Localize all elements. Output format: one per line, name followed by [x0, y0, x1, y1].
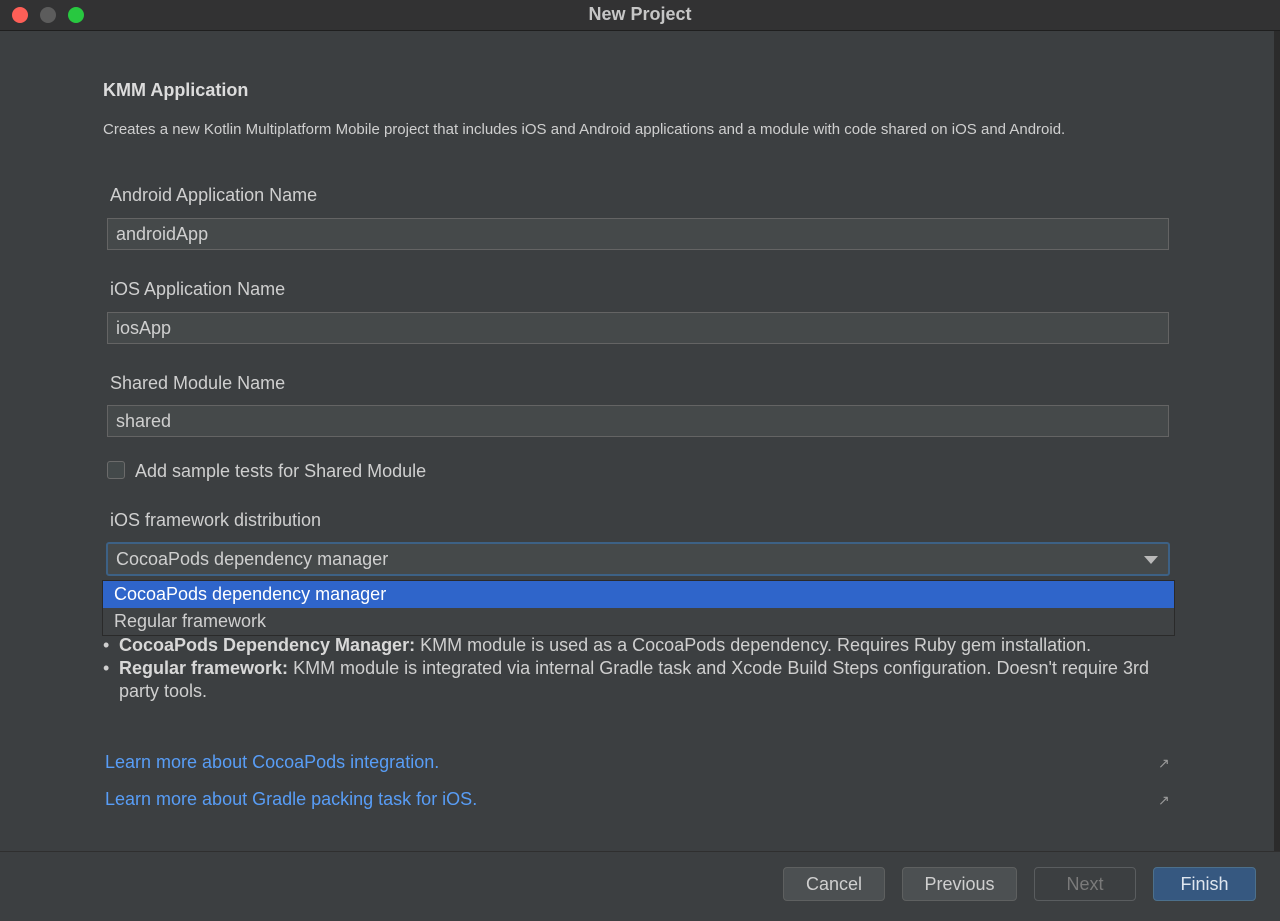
cancel-button[interactable]: Cancel [783, 867, 885, 901]
option-regular-framework[interactable]: Regular framework [103, 608, 1174, 635]
sample-tests-checkbox[interactable] [107, 461, 125, 479]
cocoapods-integration-link[interactable]: Learn more about CocoaPods integration. [105, 752, 439, 773]
window-edge [1274, 31, 1280, 851]
chevron-down-icon[interactable] [1144, 556, 1158, 564]
list-item: • Regular framework: KMM module is integ… [103, 657, 1173, 703]
external-link-icon[interactable]: ↗ [1158, 792, 1170, 809]
bullet-text: KMM module is used as a CocoaPods depend… [415, 635, 1092, 655]
shared-module-name-label: Shared Module Name [110, 373, 286, 393]
option-cocoapods[interactable]: CocoaPods dependency manager [103, 581, 1174, 608]
sample-tests-label[interactable]: Add sample tests for Shared Module [135, 461, 426, 482]
next-button[interactable]: Next [1034, 867, 1136, 901]
bullet-icon: • [103, 658, 110, 678]
ios-distribution-label: iOS framework distribution [110, 510, 322, 530]
ios-app-name-field[interactable]: iosApp [107, 312, 1169, 344]
bullet-icon: • [103, 635, 110, 655]
shared-module-name-field[interactable]: shared [107, 405, 1169, 437]
android-app-name-field[interactable]: androidApp [107, 218, 1169, 250]
finish-button[interactable]: Finish [1153, 867, 1256, 901]
dialog-content [0, 31, 1280, 851]
list-item: • CocoaPods Dependency Manager: KMM modu… [103, 634, 1173, 657]
android-app-name-label: Android Application Name [110, 185, 318, 205]
distribution-help-list: • CocoaPods Dependency Manager: KMM modu… [103, 634, 1173, 703]
bullet-term: Regular framework: [119, 658, 289, 678]
ios-distribution-dropdown: CocoaPods dependency manager Regular fra… [102, 580, 1175, 636]
ios-distribution-selected-value: CocoaPods dependency manager [116, 549, 389, 569]
title-bar: New Project [0, 0, 1280, 31]
page-description: Creates a new Kotlin Multiplatform Mobil… [103, 121, 1066, 138]
ios-app-name-label: iOS Application Name [110, 279, 286, 299]
bullet-term: CocoaPods Dependency Manager: [119, 635, 416, 655]
previous-button[interactable]: Previous [902, 867, 1017, 901]
external-link-icon[interactable]: ↗ [1158, 755, 1170, 772]
window-title: New Project [588, 4, 692, 24]
ios-distribution-select[interactable]: CocoaPods dependency manager [106, 542, 1170, 576]
page-heading: KMM Application [103, 80, 249, 100]
gradle-packing-link[interactable]: Learn more about Gradle packing task for… [105, 789, 477, 810]
